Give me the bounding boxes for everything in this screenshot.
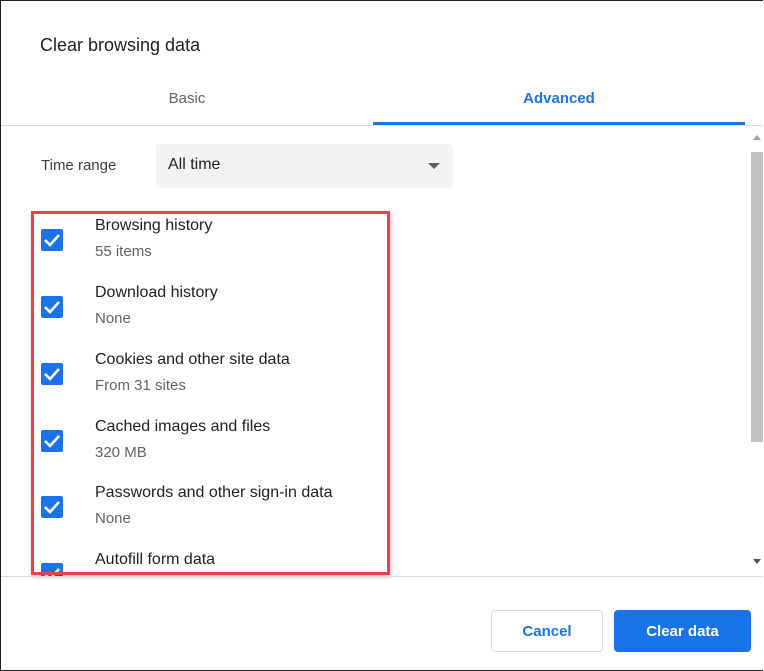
- list-item-cached-images[interactable]: Cached images and files 320 MB: [1, 418, 741, 484]
- active-tab-indicator: [373, 122, 745, 125]
- time-range-select[interactable]: All time: [156, 144, 453, 188]
- checkmark-icon: [44, 435, 60, 448]
- clear-browsing-data-dialog: Clear browsing data Basic Advanced Time …: [0, 0, 763, 671]
- time-range-label: Time range: [41, 157, 117, 174]
- tab-basic[interactable]: Basic: [1, 73, 373, 123]
- checkmark-icon: [44, 368, 60, 381]
- item-title: Download history: [95, 284, 218, 301]
- list-item-autofill[interactable]: Autofill form data: [1, 551, 741, 576]
- list-item-cookies[interactable]: Cookies and other site data From 31 site…: [1, 351, 741, 417]
- dialog-content: Time range All time Browsing history 55 …: [1, 126, 749, 576]
- item-title: Cached images and files: [95, 418, 271, 435]
- checkmark-icon: [44, 301, 60, 314]
- checkbox-cached-images[interactable]: [41, 430, 63, 452]
- dialog-footer: Cancel Clear data: [1, 576, 763, 670]
- checkbox-autofill[interactable]: [41, 563, 63, 576]
- checkmark-icon: [44, 234, 60, 247]
- checkmark-icon: [44, 568, 60, 576]
- tab-basic-label: Basic: [168, 89, 206, 107]
- scroll-up-arrow-icon[interactable]: [753, 135, 761, 140]
- item-subtitle: 55 items: [95, 243, 152, 260]
- tab-bar: Basic Advanced: [1, 73, 763, 126]
- item-subtitle: 320 MB: [95, 444, 147, 461]
- checkbox-browsing-history[interactable]: [41, 229, 63, 251]
- vertical-scrollbar[interactable]: [749, 126, 763, 576]
- item-subtitle: From 31 sites: [95, 377, 186, 394]
- dialog-title: Clear browsing data: [40, 35, 201, 55]
- scrollbar-thumb[interactable]: [751, 152, 763, 442]
- checkmark-icon: [44, 501, 60, 514]
- tab-advanced-label: Advanced: [523, 89, 595, 107]
- list-item-passwords[interactable]: Passwords and other sign-in data None: [1, 484, 741, 550]
- item-subtitle: None: [95, 310, 131, 327]
- time-range-value: All time: [168, 156, 221, 173]
- clear-data-button[interactable]: Clear data: [614, 610, 751, 652]
- dropdown-arrow-icon: [428, 163, 440, 169]
- item-subtitle: None: [95, 510, 131, 527]
- checkbox-cookies[interactable]: [41, 363, 63, 385]
- list-item-download-history[interactable]: Download history None: [1, 284, 741, 350]
- item-title: Autofill form data: [95, 551, 216, 568]
- checkbox-download-history[interactable]: [41, 296, 63, 318]
- checkbox-passwords[interactable]: [41, 496, 63, 518]
- item-title: Passwords and other sign-in data: [95, 484, 333, 501]
- cancel-button[interactable]: Cancel: [491, 610, 603, 652]
- tab-advanced[interactable]: Advanced: [373, 73, 745, 125]
- list-item-browsing-history[interactable]: Browsing history 55 items: [1, 217, 741, 283]
- item-title: Browsing history: [95, 217, 213, 234]
- scroll-down-arrow-icon[interactable]: [753, 559, 761, 564]
- item-title: Cookies and other site data: [95, 351, 290, 368]
